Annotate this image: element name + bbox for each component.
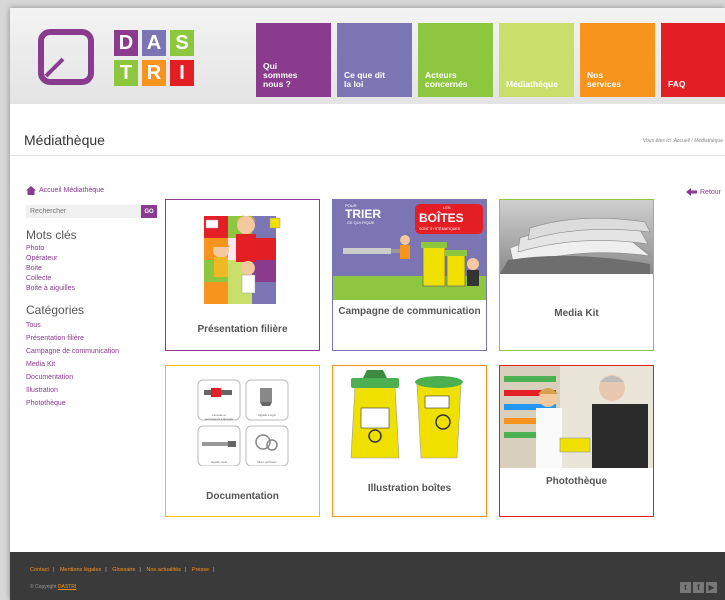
- facebook-icon[interactable]: f: [693, 582, 704, 593]
- categories-list: Tous Présentation filière Campagne de co…: [26, 319, 161, 410]
- documentation-illustration: [197, 379, 289, 467]
- tile-label: Media Kit: [554, 308, 599, 319]
- back-link[interactable]: Retour: [686, 188, 721, 196]
- nav-faq[interactable]: FAQ: [661, 23, 725, 97]
- category-link[interactable]: Documentation: [26, 371, 161, 384]
- home-icon: [26, 186, 36, 195]
- logo-letter: D: [114, 30, 138, 56]
- category-link[interactable]: Illustration: [26, 384, 161, 397]
- category-link[interactable]: Media Kit: [26, 358, 161, 371]
- nav-ce-que-dit-la-loi[interactable]: Ce que dit la loi: [337, 23, 412, 97]
- poster-les-text: LES: [443, 205, 451, 210]
- home-link-label: Accueil Médiathèque: [39, 187, 104, 194]
- copyright-prefix: © Copyright: [30, 584, 57, 590]
- poster-cequipique-text: CE QUI PIQUE: [347, 220, 375, 225]
- footer-link-contact[interactable]: Contact: [30, 567, 49, 573]
- tile-presentation-filiere[interactable]: Présentation filière: [165, 199, 320, 351]
- keywords-list: Photo Opérateur Boite Collecte Boite à a…: [26, 244, 161, 294]
- tile-documentation[interactable]: Lancette et perforateurs à lancette Aigu…: [165, 365, 320, 517]
- site-header: D A S T R I Qui sommes nous ? Ce que dit…: [10, 8, 725, 104]
- sidebar: Accueil Médiathèque GO Mots clés Photo O…: [26, 186, 161, 419]
- breadcrumb[interactable]: Vous êtes ici :Accueil / Médiathèque: [643, 138, 723, 144]
- go-button[interactable]: GO: [141, 205, 157, 218]
- back-link-label: Retour: [700, 188, 722, 196]
- keyword-link[interactable]: Boite à aiguilles: [26, 284, 161, 294]
- tile-phototheque[interactable]: Photothèque: [499, 365, 654, 517]
- dastri-logo[interactable]: D A S T R I: [34, 24, 204, 94]
- social-icons: t f ▶: [680, 582, 719, 593]
- logo-letter: T: [114, 60, 138, 86]
- logo-letter: A: [142, 30, 166, 56]
- logo-letter: S: [170, 30, 194, 56]
- tile-label: Illustration boîtes: [367, 483, 452, 494]
- tile-label: Campagne de communication: [338, 306, 481, 317]
- footer-link-actualites[interactable]: Nos actualités: [146, 567, 181, 573]
- footer-link-glossaire[interactable]: Glossaire: [112, 567, 135, 573]
- nav-qui-sommes-nous[interactable]: Qui sommes nous ?: [256, 23, 331, 97]
- nav-nos-services[interactable]: Nos services: [580, 23, 655, 97]
- poster-systematiques-text: SONT SYSTÉMATIQUES: [419, 226, 461, 231]
- main-nav: Qui sommes nous ? Ce que dit la loi Acte…: [256, 23, 725, 97]
- tile-label: Photothèque: [545, 476, 608, 487]
- category-link[interactable]: Photothèque: [26, 397, 161, 410]
- sharps-boxes-illustration: [350, 370, 463, 459]
- footer-link-mentions[interactable]: Mentions légales: [60, 567, 101, 573]
- tile-label: Présentation filière: [197, 324, 288, 335]
- filiere-illustration: [204, 215, 281, 304]
- icon-caption: Micro-perfuseur: [257, 460, 277, 464]
- youtube-icon[interactable]: ▶: [706, 582, 717, 593]
- pharmacy-photo: [500, 366, 653, 468]
- tile-illustration-boites[interactable]: Illustration boîtes: [332, 365, 487, 517]
- copyright: © Copyright DASTRI: [30, 584, 76, 590]
- category-link[interactable]: Présentation filière: [26, 332, 161, 345]
- icon-caption: Aiguille à stylo: [258, 413, 276, 417]
- keyword-link[interactable]: Opérateur: [26, 254, 161, 264]
- page-title: Médiathèque: [24, 132, 105, 148]
- page-frame: D A S T R I Qui sommes nous ? Ce que dit…: [10, 8, 725, 600]
- logo-letter: I: [170, 60, 194, 86]
- search-input[interactable]: [26, 205, 141, 218]
- tile-label: Documentation: [206, 491, 279, 502]
- category-link[interactable]: Campagne de communication: [26, 345, 161, 358]
- site-footer: Contact | Mentions légales | Glossaire | No…: [10, 552, 725, 600]
- icon-caption: Aiguille seule: [210, 460, 228, 464]
- footer-link-presse[interactable]: Presse: [192, 567, 209, 573]
- icon-caption: Lancette et perforateurs à lancette: [205, 413, 233, 421]
- category-link[interactable]: Tous: [26, 319, 161, 332]
- copyright-owner-link[interactable]: DASTRI: [58, 584, 76, 590]
- logo-letter: R: [142, 60, 166, 86]
- home-link[interactable]: Accueil Médiathèque: [26, 186, 161, 195]
- twitter-icon[interactable]: t: [680, 582, 691, 593]
- poster-trier-text: TRIER: [345, 207, 381, 221]
- keyword-link[interactable]: Photo: [26, 244, 161, 254]
- poster-pour-text: POUR: [345, 203, 357, 208]
- search-row: GO: [26, 205, 161, 218]
- keywords-heading: Mots clés: [26, 228, 77, 242]
- categories-heading: Catégories: [26, 303, 85, 317]
- nav-mediatheque[interactable]: Médiathèque: [499, 23, 574, 97]
- nav-acteurs-concernes[interactable]: Acteurs concernés: [418, 23, 493, 97]
- title-bar: Médiathèque Vous êtes ici :Accueil / Méd…: [10, 104, 725, 156]
- newspapers-image: [500, 200, 653, 274]
- keyword-link[interactable]: Collecte: [26, 274, 161, 284]
- poster-boites-text: BOÎTES: [419, 210, 464, 225]
- footer-links: Contact | Mentions légales | Glossaire | No…: [30, 567, 215, 573]
- campaign-poster-illustration: TRIER POUR CE QUI PIQUE LES BOÎTES SONT …: [333, 200, 486, 300]
- arrow-left-icon: [686, 188, 697, 196]
- tile-campagne-communication[interactable]: TRIER POUR CE QUI PIQUE LES BOÎTES SONT …: [332, 199, 487, 351]
- keyword-link[interactable]: Boite: [26, 264, 161, 274]
- tile-media-kit[interactable]: Media Kit: [499, 199, 654, 351]
